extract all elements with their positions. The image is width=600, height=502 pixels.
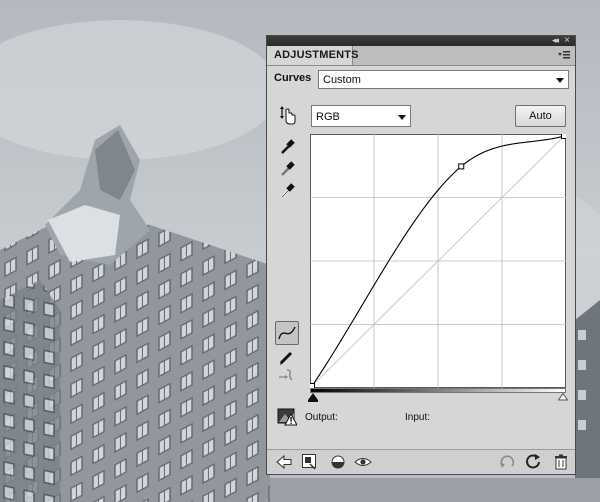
back-arrow-icon[interactable]: [275, 453, 293, 471]
output-label: Output:: [305, 412, 338, 423]
auto-button[interactable]: Auto: [515, 105, 566, 127]
adjustments-panel: ◂◂ × ADJUSTMENTS Curves Custom RGB Auto: [266, 35, 576, 475]
reset-icon[interactable]: [524, 453, 542, 471]
visibility-eye-icon[interactable]: [354, 453, 372, 471]
curve-point-tool-icon[interactable]: [275, 321, 299, 345]
preset-dropdown[interactable]: Custom: [318, 70, 569, 89]
view-layer-icon[interactable]: [329, 453, 347, 471]
clipping-warning-icon[interactable]: [277, 408, 297, 426]
panel-menu-icon[interactable]: [557, 49, 571, 61]
tab-adjustments[interactable]: ADJUSTMENTS: [267, 46, 359, 65]
preset-value: Custom: [323, 74, 361, 86]
on-image-adjust-icon[interactable]: [277, 105, 297, 125]
delete-icon[interactable]: [552, 453, 570, 471]
view-previous-icon[interactable]: [498, 453, 516, 471]
collapse-icon[interactable]: ◂◂: [552, 34, 559, 46]
chevron-down-icon: [556, 78, 564, 83]
panel-bottom-toolbar: [267, 449, 575, 474]
channel-value: RGB: [316, 111, 340, 123]
panel-title-bar[interactable]: ◂◂ ×: [267, 34, 575, 46]
curve-control-point[interactable]: [458, 163, 465, 170]
gray-eyedropper-icon[interactable]: [277, 159, 297, 179]
adjustment-name: Curves: [274, 72, 312, 84]
input-label: Input:: [405, 412, 431, 423]
clip-to-layer-icon[interactable]: [301, 453, 319, 471]
black-eyedropper-icon[interactable]: [277, 137, 297, 157]
chevron-down-icon: [398, 115, 406, 120]
white-eyedropper-icon[interactable]: [277, 181, 297, 201]
white-point-slider[interactable]: [558, 393, 568, 403]
curve-control-point[interactable]: [561, 134, 567, 139]
curves-graph[interactable]: [310, 134, 566, 388]
input-gradient-bar: [310, 388, 566, 393]
panel-tab-row: ADJUSTMENTS: [267, 46, 575, 66]
channel-dropdown[interactable]: RGB: [311, 105, 411, 127]
smooth-curve-icon[interactable]: [277, 366, 297, 386]
black-point-slider[interactable]: [308, 393, 318, 403]
pencil-icon[interactable]: [277, 348, 297, 368]
